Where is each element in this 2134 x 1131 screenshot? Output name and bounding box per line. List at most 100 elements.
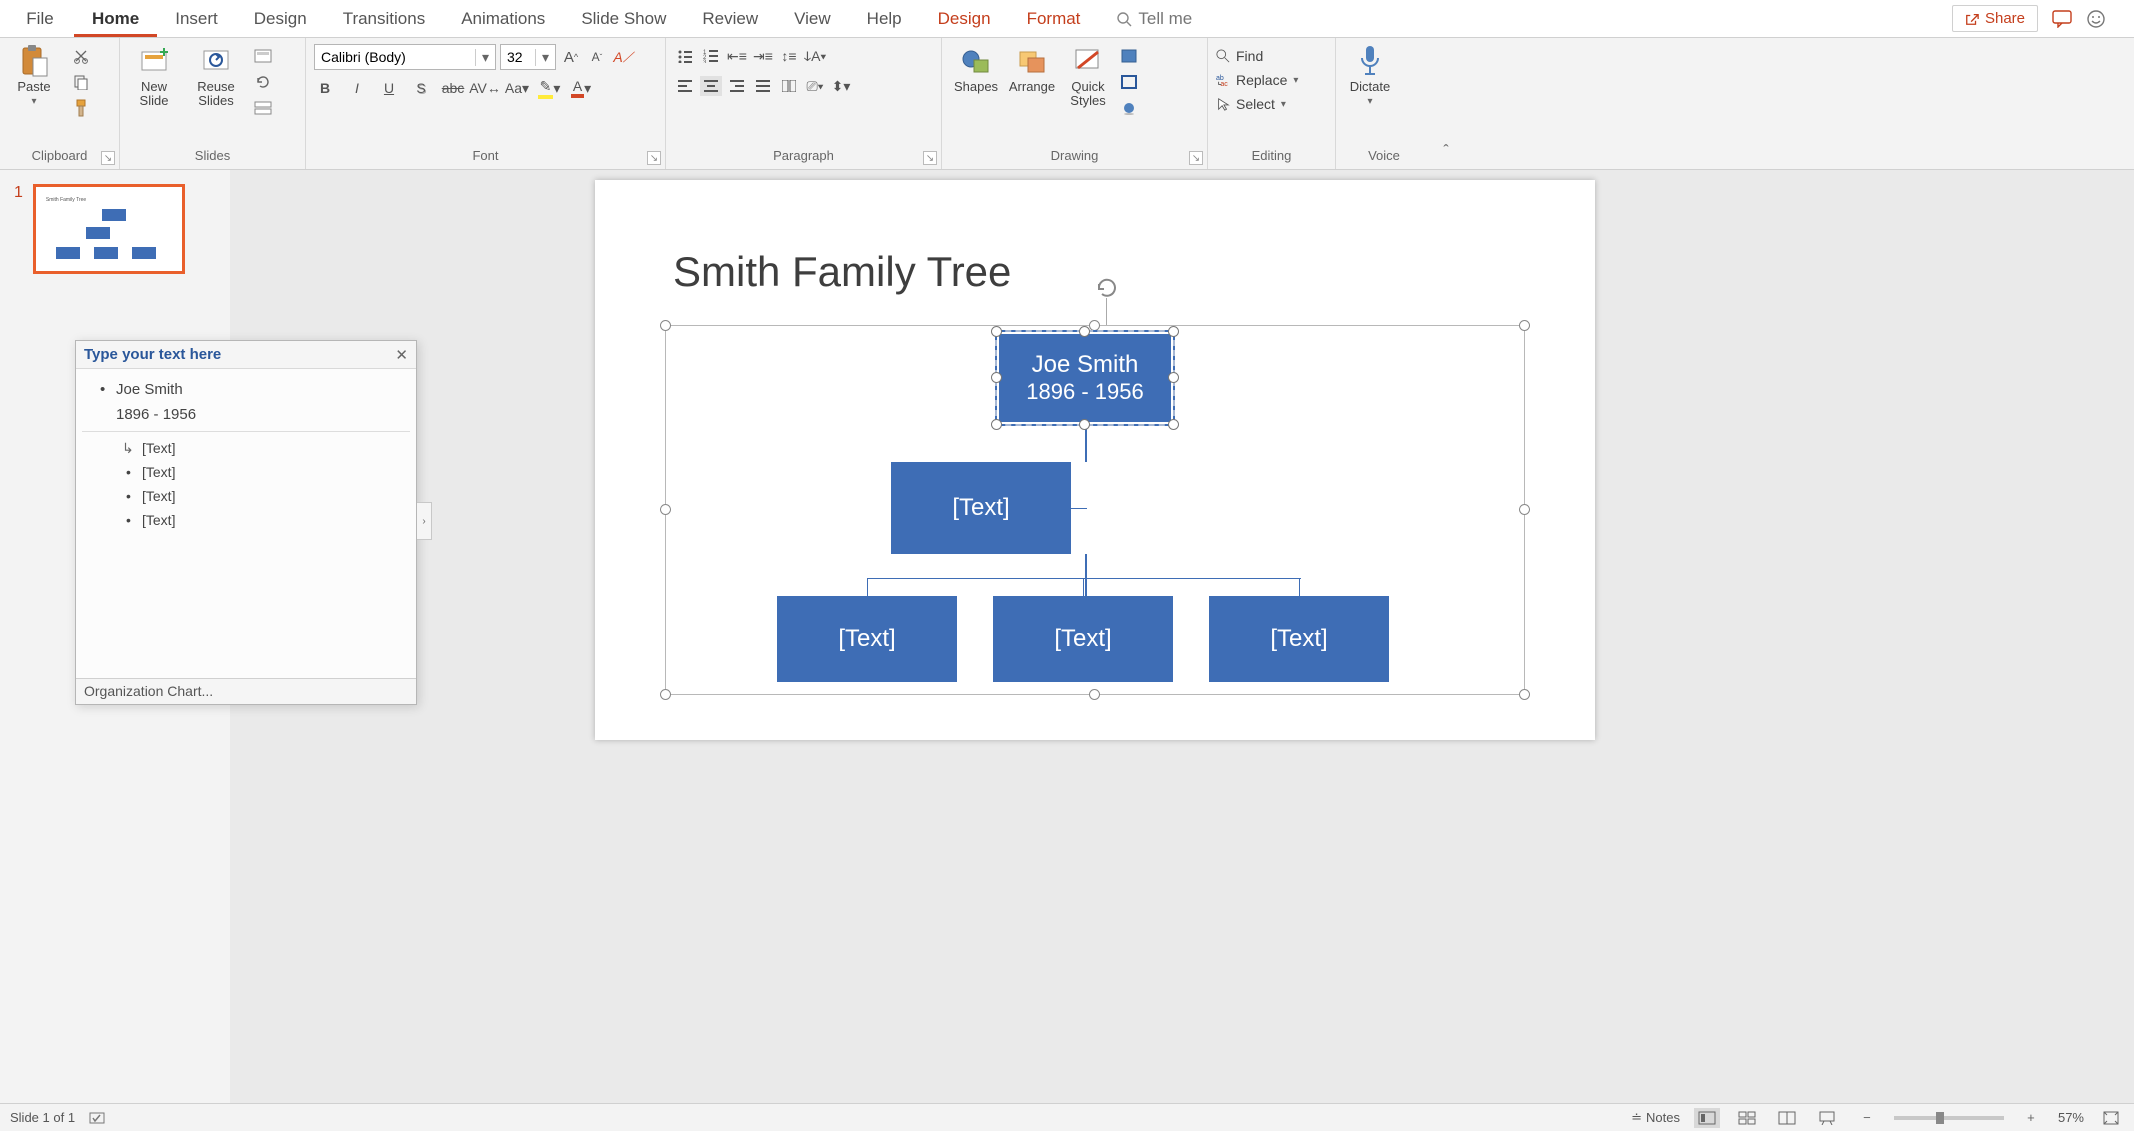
zoom-out-button[interactable]: − [1854, 1108, 1880, 1128]
font-name-combo[interactable]: Calibri (Body) ▾ [314, 44, 496, 70]
slideshow-view-button[interactable] [1814, 1108, 1840, 1128]
italic-button[interactable]: I [346, 78, 368, 98]
resize-handle-bl[interactable] [660, 689, 671, 700]
strikethrough-button[interactable]: abc [442, 78, 464, 98]
select-button[interactable]: Select ▾ [1216, 96, 1298, 112]
paste-button[interactable]: Paste ▾ [8, 44, 60, 107]
shapes-button[interactable]: Shapes [950, 44, 1002, 94]
zoom-slider[interactable] [1894, 1116, 2004, 1120]
resize-handle-tl[interactable] [991, 326, 1002, 337]
resize-handle-ml[interactable] [991, 372, 1002, 383]
char-spacing-button[interactable]: AV↔ [474, 78, 496, 98]
quick-styles-button[interactable]: Quick Styles [1062, 44, 1114, 109]
layout-button[interactable] [252, 46, 274, 66]
org-node-root[interactable]: Joe Smith 1896 - 1956 [995, 330, 1175, 426]
align-text-button[interactable]: ⎚▾ [804, 76, 826, 96]
text-pane-row[interactable]: [Text] [82, 484, 410, 508]
zoom-in-button[interactable]: + [2018, 1108, 2044, 1128]
tab-home[interactable]: Home [74, 0, 157, 37]
line-spacing-button[interactable]: ↕≡ [778, 46, 800, 66]
tab-smartart-format[interactable]: Format [1009, 0, 1099, 37]
replace-button[interactable]: abac Replace ▾ [1216, 72, 1298, 88]
text-pane-row[interactable]: [Text] [82, 508, 410, 532]
convert-smartart-button[interactable]: ⬍▾ [830, 76, 852, 96]
change-case-button[interactable]: Aa▾ [506, 78, 528, 98]
bold-button[interactable]: B [314, 78, 336, 98]
tab-help[interactable]: Help [849, 0, 920, 37]
notes-button[interactable]: ≐ Notes [1631, 1110, 1680, 1126]
align-right-button[interactable] [726, 76, 748, 96]
resize-handle-mb[interactable] [1079, 419, 1090, 430]
text-pane-toggle[interactable]: › [417, 502, 432, 540]
reading-view-button[interactable] [1774, 1108, 1800, 1128]
org-node-assistant[interactable]: [Text] [891, 462, 1071, 554]
decrease-font-button[interactable]: Aˇ [586, 47, 608, 67]
tab-design[interactable]: Design [236, 0, 325, 37]
columns-button[interactable] [778, 76, 800, 96]
justify-button[interactable] [752, 76, 774, 96]
org-node-child-1[interactable]: [Text] [777, 596, 957, 682]
org-node-child-2[interactable]: [Text] [993, 596, 1173, 682]
new-slide-button[interactable]: New Slide [128, 44, 180, 109]
slide-thumbnail-1[interactable]: Smith Family Tree [33, 184, 185, 274]
fit-to-window-button[interactable] [2098, 1108, 2124, 1128]
tab-slideshow[interactable]: Slide Show [563, 0, 684, 37]
tab-review[interactable]: Review [684, 0, 776, 37]
font-color-button[interactable]: A▾ [570, 78, 592, 98]
shape-outline-button[interactable] [1118, 72, 1140, 92]
resize-handle-tr[interactable] [1168, 326, 1179, 337]
section-button[interactable] [252, 98, 274, 118]
text-pane-row[interactable]: [Text] [82, 460, 410, 484]
underline-button[interactable]: U [378, 78, 400, 98]
clipboard-launcher[interactable]: ↘ [101, 151, 115, 165]
collapse-ribbon-button[interactable]: ˆ [1432, 38, 1460, 169]
text-direction-button[interactable]: ↆA▾ [804, 46, 826, 66]
shape-fill-button[interactable] [1118, 46, 1140, 66]
slide-canvas[interactable]: Smith Family Tree [230, 170, 2134, 1103]
text-pane-body[interactable]: Joe Smith 1896 - 1956 [Text] [Text] [Tex… [76, 369, 416, 678]
normal-view-button[interactable] [1694, 1108, 1720, 1128]
org-node-child-3[interactable]: [Text] [1209, 596, 1389, 682]
shadow-button[interactable]: S [410, 78, 432, 98]
resize-handle-mr[interactable] [1168, 372, 1179, 383]
align-left-button[interactable] [674, 76, 696, 96]
bullets-button[interactable] [674, 46, 696, 66]
format-painter-button[interactable] [70, 98, 92, 118]
resize-handle-br[interactable] [1168, 419, 1179, 430]
resize-handle-tr[interactable] [1519, 320, 1530, 331]
text-pane-row[interactable]: [Text] [82, 436, 410, 460]
find-button[interactable]: Find [1216, 48, 1298, 64]
sorter-view-button[interactable] [1734, 1108, 1760, 1128]
rotate-handle[interactable] [1095, 276, 1119, 300]
tell-me[interactable]: Tell me [1098, 0, 1210, 37]
file-tab[interactable]: File [6, 0, 74, 37]
resize-handle-ml[interactable] [660, 504, 671, 515]
comments-icon[interactable] [2052, 9, 2072, 29]
decrease-indent-button[interactable]: ⇤≡ [726, 46, 748, 66]
zoom-level-label[interactable]: 57% [2058, 1110, 2084, 1125]
copy-button[interactable] [70, 72, 92, 92]
zoom-slider-thumb[interactable] [1936, 1112, 1944, 1124]
align-center-button[interactable] [700, 76, 722, 96]
text-pane-row[interactable]: 1896 - 1956 [82, 402, 410, 427]
increase-indent-button[interactable]: ⇥≡ [752, 46, 774, 66]
slide-title-text[interactable]: Smith Family Tree [673, 248, 1011, 296]
arrange-button[interactable]: Arrange [1006, 44, 1058, 94]
paragraph-launcher[interactable]: ↘ [923, 151, 937, 165]
resize-handle-mr[interactable] [1519, 504, 1530, 515]
shape-effects-button[interactable] [1118, 98, 1140, 118]
dictate-button[interactable]: Dictate ▾ [1344, 44, 1396, 107]
reset-button[interactable] [252, 72, 274, 92]
reuse-slides-button[interactable]: Reuse Slides [190, 44, 242, 109]
share-button[interactable]: Share [1952, 5, 2038, 32]
drawing-launcher[interactable]: ↘ [1189, 151, 1203, 165]
resize-handle-mb[interactable] [1089, 689, 1100, 700]
close-icon[interactable]: ✕ [395, 346, 408, 364]
cut-button[interactable] [70, 46, 92, 66]
tab-smartart-design[interactable]: Design [920, 0, 1009, 37]
highlight-button[interactable]: ✎▾ [538, 78, 560, 98]
tab-transitions[interactable]: Transitions [325, 0, 444, 37]
tab-animations[interactable]: Animations [443, 0, 563, 37]
clear-formatting-button[interactable]: A⟋ [612, 47, 634, 67]
resize-handle-bl[interactable] [991, 419, 1002, 430]
